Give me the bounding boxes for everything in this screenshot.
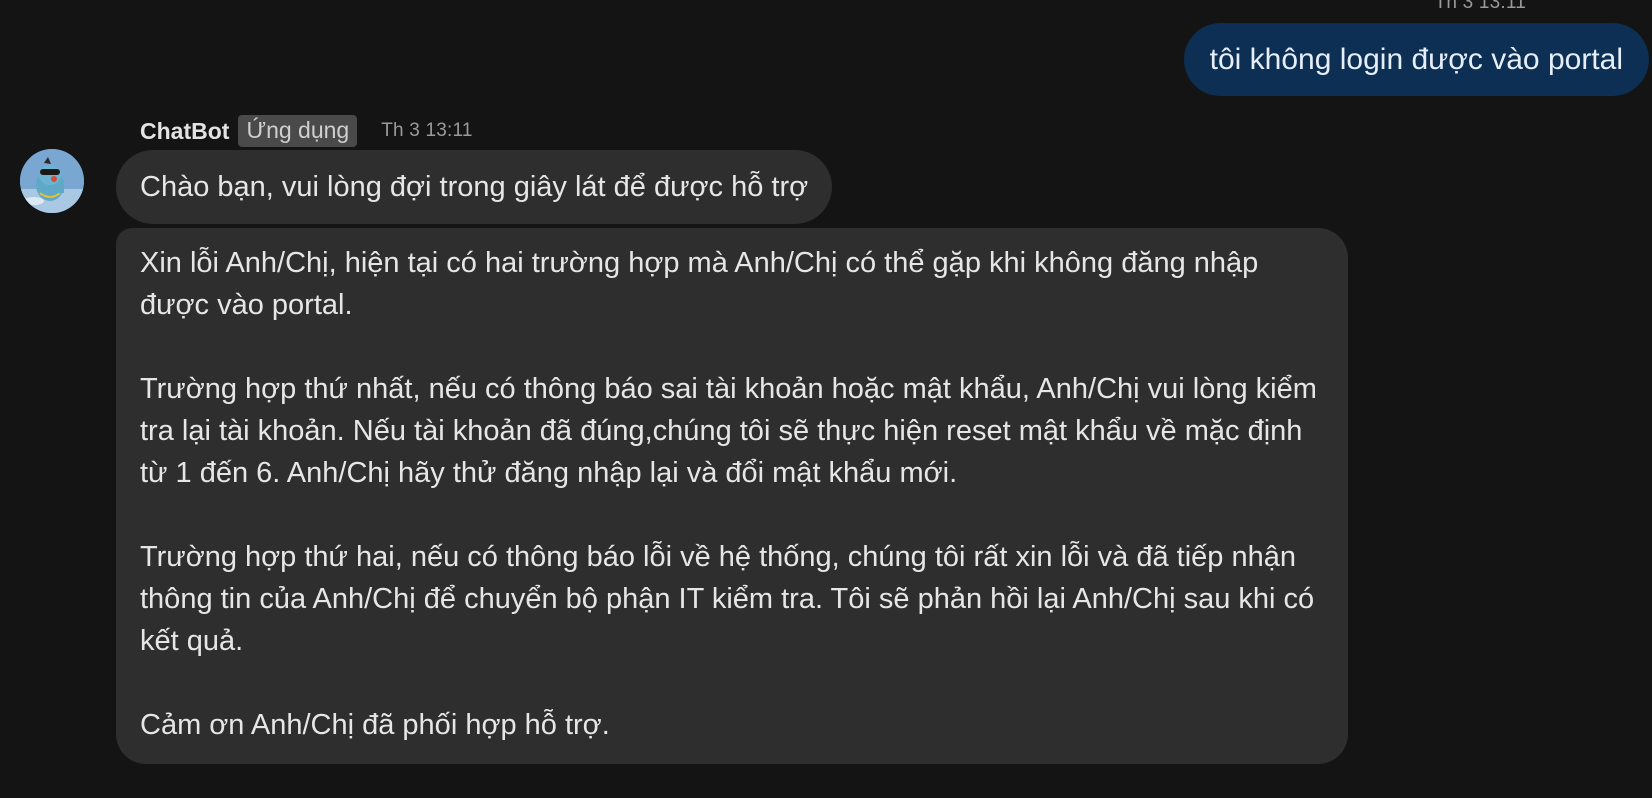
incoming-timestamp: Th 3 13:11 <box>381 120 473 141</box>
incoming-message-bubble[interactable]: Chào bạn, vui lòng đợi trong giây lát để… <box>116 150 833 224</box>
outgoing-message-bubble[interactable]: tôi không login được vào portal <box>1183 23 1649 96</box>
message-paragraph: Xin lỗi Anh/Chị, hiện tại có hai trường … <box>140 247 1267 321</box>
message-paragraph: Cảm ơn Anh/Chị đã phối hợp hỗ trợ. <box>140 709 610 741</box>
message-paragraph: Trường hợp thứ nhất, nếu có thông báo sa… <box>140 373 1325 489</box>
outgoing-timestamp: Th 3 13:11 <box>1434 0 1526 13</box>
cartoon-character-avatar-icon <box>20 149 84 213</box>
sender-name[interactable]: ChatBot <box>140 118 229 145</box>
message-header: ChatBot Ứng dụng Th 3 13:11 <box>140 114 473 148</box>
incoming-message-text: Chào bạn, vui lòng đợi trong giây lát để… <box>140 171 809 203</box>
chatbot-avatar[interactable] <box>20 149 84 213</box>
chat-thread: Th 3 13:11 tôi không login được vào port… <box>0 0 1652 798</box>
message-paragraph: Trường hợp thứ hai, nếu có thông báo lỗi… <box>140 541 1323 657</box>
outgoing-message-text: tôi không login được vào portal <box>1209 42 1623 76</box>
app-badge: Ứng dụng <box>238 115 358 147</box>
incoming-message-bubble[interactable]: Xin lỗi Anh/Chị, hiện tại có hai trường … <box>116 228 1348 764</box>
